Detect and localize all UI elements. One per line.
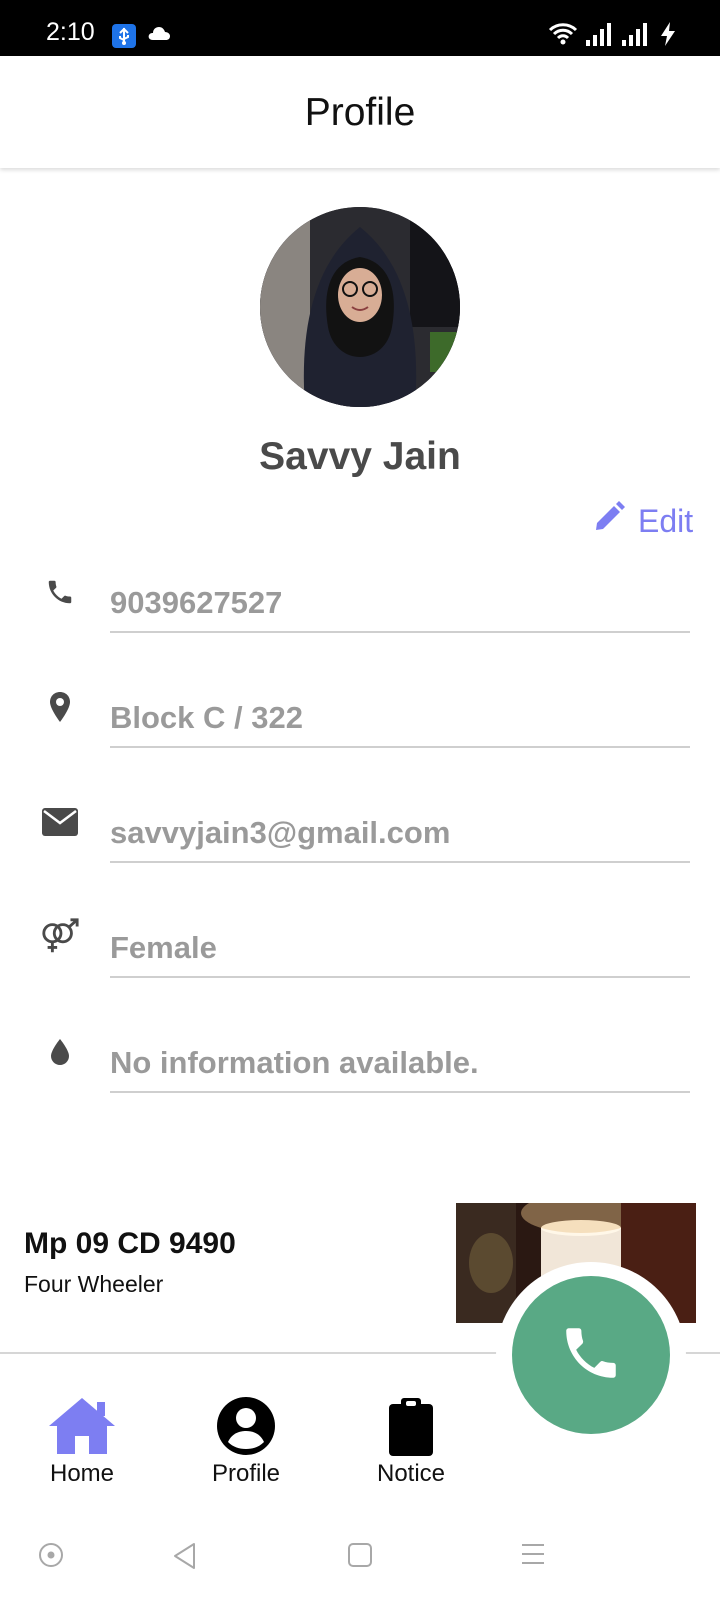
back-button[interactable] xyxy=(172,1542,198,1575)
nav-home-label: Home xyxy=(49,1460,115,1487)
blood-drop-icon xyxy=(40,1032,80,1072)
phone-value: 9039627527 xyxy=(110,585,283,620)
field-underline xyxy=(110,861,690,863)
blood-group-field: No information available. xyxy=(0,1030,720,1100)
phone-icon xyxy=(558,1320,624,1391)
edit-button[interactable]: Edit xyxy=(592,498,693,544)
nav-profile-label: Profile xyxy=(211,1460,281,1487)
field-underline xyxy=(110,976,690,978)
clipboard-icon xyxy=(346,1396,476,1458)
nav-notice[interactable]: Notice xyxy=(346,1396,476,1487)
home-button[interactable] xyxy=(347,1542,373,1573)
vehicle-number: Mp 09 CD 9490 xyxy=(24,1227,236,1260)
signal-icon xyxy=(622,22,650,51)
location-pin-icon xyxy=(40,687,80,727)
phone-field: 9039627527 xyxy=(0,570,720,640)
email-value: savvyjain3@gmail.com xyxy=(110,815,451,850)
vehicle-type: Four Wheeler xyxy=(24,1271,164,1297)
call-button[interactable] xyxy=(512,1276,670,1434)
field-underline xyxy=(110,1091,690,1093)
blood-group-value: No information available. xyxy=(110,1045,479,1080)
address-field: Block C / 322 xyxy=(0,685,720,755)
email-field: savvyjain3@gmail.com xyxy=(0,800,720,870)
address-value: Block C / 322 xyxy=(110,700,303,735)
system-nav-bar xyxy=(0,1510,720,1600)
gender-field: Female xyxy=(0,915,720,985)
nav-profile[interactable]: Profile xyxy=(181,1396,311,1487)
page-title: Profile xyxy=(304,91,416,134)
signal-icon xyxy=(586,22,614,51)
usb-icon xyxy=(112,24,136,48)
recents-menu-button[interactable] xyxy=(520,1542,546,1571)
cloud-icon xyxy=(147,25,171,46)
status-time: 2:10 xyxy=(46,18,95,46)
account-circle-icon xyxy=(181,1396,311,1458)
nav-home[interactable]: Home xyxy=(17,1396,147,1487)
edit-label: Edit xyxy=(638,502,694,539)
app-bar: Profile xyxy=(0,56,720,168)
nav-notice-label: Notice xyxy=(376,1460,446,1487)
wifi-icon xyxy=(548,22,578,51)
pencil-icon xyxy=(592,500,638,542)
field-underline xyxy=(110,746,690,748)
phone-icon xyxy=(40,572,80,612)
gender-value: Female xyxy=(110,930,217,965)
home-icon xyxy=(17,1396,147,1458)
assistant-button[interactable] xyxy=(38,1542,64,1573)
email-icon xyxy=(40,802,80,842)
avatar xyxy=(260,207,460,407)
charging-icon xyxy=(660,22,676,51)
field-underline xyxy=(110,631,690,633)
user-name: Savvy Jain xyxy=(259,435,461,478)
status-bar: 2:10 xyxy=(0,0,720,56)
gender-icon xyxy=(40,917,80,957)
